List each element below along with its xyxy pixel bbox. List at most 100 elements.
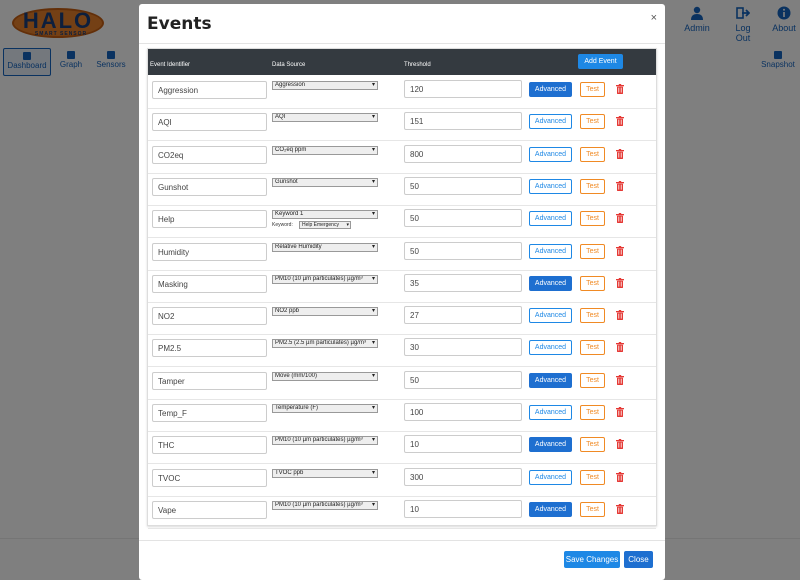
data-source-value: Relative Humidity bbox=[275, 243, 322, 250]
table-row: AQI AQI ▾ 151 Advanced Test bbox=[148, 109, 656, 142]
data-source-value: Temperature (F) bbox=[275, 405, 319, 411]
advanced-button[interactable]: Advanced bbox=[529, 501, 572, 517]
data-source-select[interactable]: Temperature (F) ▾ bbox=[272, 404, 378, 413]
threshold-input[interactable]: 27 bbox=[404, 306, 522, 325]
event-identifier-input[interactable]: Tamper bbox=[152, 371, 267, 390]
threshold-input[interactable]: 30 bbox=[404, 338, 522, 357]
advanced-button[interactable]: Advanced bbox=[529, 437, 572, 453]
threshold-input[interactable]: 10 bbox=[404, 435, 522, 454]
advanced-button[interactable]: Advanced bbox=[529, 146, 572, 162]
event-identifier-input[interactable]: Masking bbox=[152, 274, 267, 293]
trash-icon[interactable] bbox=[616, 503, 624, 514]
add-event-button[interactable]: Add Event bbox=[578, 54, 623, 69]
trash-icon[interactable] bbox=[616, 342, 624, 353]
trash-icon[interactable] bbox=[616, 407, 624, 417]
advanced-button[interactable]: Advanced bbox=[529, 275, 572, 291]
event-identifier-input[interactable]: AQI bbox=[152, 113, 267, 132]
trash-icon[interactable] bbox=[616, 439, 624, 450]
test-button[interactable]: Test bbox=[580, 114, 605, 130]
advanced-button[interactable]: Advanced bbox=[529, 372, 572, 388]
test-button[interactable]: Test bbox=[580, 437, 605, 453]
data-source-select[interactable]: PM10 (10 µm particulates) µg/m³ ▾ bbox=[272, 436, 378, 446]
data-source-select[interactable]: PM2.5 (2.5 µm particulates) µg/m³ ▾ bbox=[272, 339, 378, 349]
advanced-button[interactable]: Advanced bbox=[529, 211, 572, 227]
advanced-button[interactable]: Advanced bbox=[529, 82, 572, 97]
event-identifier-input[interactable]: Help bbox=[152, 210, 267, 229]
trash-icon[interactable] bbox=[616, 213, 624, 224]
trash-icon[interactable] bbox=[616, 310, 624, 321]
threshold-input[interactable]: 50 bbox=[404, 241, 522, 260]
test-button[interactable]: Test bbox=[580, 275, 605, 291]
chevron-down-icon: ▾ bbox=[371, 243, 375, 250]
test-button[interactable]: Test bbox=[580, 82, 605, 97]
threshold-input[interactable]: 35 bbox=[404, 273, 522, 292]
data-source-select[interactable]: TVOC ppb ▾ bbox=[272, 468, 378, 478]
test-button[interactable]: Test bbox=[580, 243, 605, 259]
data-source-select[interactable]: Gunshot ▾ bbox=[272, 177, 378, 187]
event-identifier-input[interactable]: Temp_F bbox=[152, 404, 267, 422]
test-button[interactable]: Test bbox=[580, 211, 605, 227]
advanced-button[interactable]: Advanced bbox=[529, 469, 572, 485]
threshold-input[interactable]: 50 bbox=[404, 209, 522, 228]
trash-icon[interactable] bbox=[616, 148, 624, 159]
event-identifier-input[interactable]: TVOC bbox=[152, 468, 267, 487]
data-source-select[interactable]: PM10 (10 µm particulates) µg/m³ ▾ bbox=[272, 500, 378, 510]
event-identifier-input[interactable]: CO2eq bbox=[152, 145, 267, 164]
advanced-button[interactable]: Advanced bbox=[529, 340, 572, 356]
advanced-button[interactable]: Advanced bbox=[529, 405, 572, 420]
event-identifier-input[interactable]: THC bbox=[152, 436, 267, 455]
chevron-down-icon: ▾ bbox=[371, 308, 375, 315]
trash-icon[interactable] bbox=[616, 471, 624, 482]
test-button[interactable]: Test bbox=[580, 146, 605, 162]
data-source-select[interactable]: Move (mm/100) ▾ bbox=[272, 371, 378, 381]
event-identifier-input[interactable]: NO2 bbox=[152, 307, 267, 326]
test-button[interactable]: Test bbox=[580, 469, 605, 485]
data-source-select[interactable]: CO₂eq ppm ▾ bbox=[272, 145, 378, 155]
trash-icon[interactable] bbox=[616, 84, 624, 94]
close-button[interactable]: Close bbox=[624, 551, 653, 568]
advanced-button[interactable]: Advanced bbox=[529, 178, 572, 194]
advanced-button[interactable]: Advanced bbox=[529, 243, 572, 259]
chevron-down-icon: ▾ bbox=[371, 178, 375, 185]
test-button[interactable]: Test bbox=[580, 178, 605, 194]
test-button[interactable]: Test bbox=[580, 340, 605, 356]
event-identifier-input[interactable]: Vape bbox=[152, 500, 267, 519]
event-identifier-input[interactable]: Humidity bbox=[152, 242, 267, 261]
data-source-select[interactable]: Keyword 1 ▾ bbox=[272, 210, 378, 220]
data-source-select[interactable]: Relative Humidity ▾ bbox=[272, 242, 378, 252]
data-source-select[interactable]: AQI ▾ bbox=[272, 113, 378, 123]
threshold-input[interactable]: 50 bbox=[404, 370, 522, 389]
threshold-input[interactable]: 800 bbox=[404, 144, 522, 163]
test-button[interactable]: Test bbox=[580, 501, 605, 517]
table-row: Tamper Move (mm/100) ▾ 50 Advanced Test bbox=[148, 368, 656, 400]
data-source-select[interactable]: NO2 ppb ▾ bbox=[272, 307, 378, 317]
save-changes-button[interactable]: Save Changes bbox=[564, 551, 620, 568]
threshold-input[interactable]: 100 bbox=[404, 403, 522, 421]
data-source-value: Move (mm/100) bbox=[275, 372, 318, 379]
trash-icon[interactable] bbox=[616, 116, 624, 127]
trash-icon[interactable] bbox=[616, 277, 624, 288]
keyword-select[interactable]: Help Emergency ▾ bbox=[299, 221, 351, 230]
chevron-down-icon: ▾ bbox=[371, 211, 375, 218]
trash-icon[interactable] bbox=[616, 245, 624, 256]
table-row: Humidity Relative Humidity ▾ 50 Advanced Test bbox=[148, 239, 656, 271]
trash-icon[interactable] bbox=[616, 180, 624, 191]
event-identifier-input[interactable]: PM2.5 bbox=[152, 339, 267, 358]
column-header-threshold: Threshold bbox=[404, 62, 431, 68]
advanced-button[interactable]: Advanced bbox=[529, 114, 572, 130]
data-source-select[interactable]: Aggression ▾ bbox=[272, 81, 378, 90]
test-button[interactable]: Test bbox=[580, 405, 605, 420]
test-button[interactable]: Test bbox=[580, 372, 605, 388]
trash-icon[interactable] bbox=[616, 374, 624, 385]
threshold-input[interactable]: 10 bbox=[404, 499, 522, 518]
test-button[interactable]: Test bbox=[580, 308, 605, 324]
threshold-input[interactable]: 50 bbox=[404, 176, 522, 195]
close-icon[interactable]: × bbox=[651, 12, 657, 24]
advanced-button[interactable]: Advanced bbox=[529, 308, 572, 324]
event-identifier-input[interactable]: Gunshot bbox=[152, 177, 267, 196]
event-identifier-input[interactable]: Aggression bbox=[152, 81, 267, 99]
threshold-input[interactable]: 300 bbox=[404, 467, 522, 486]
threshold-input[interactable]: 151 bbox=[404, 112, 522, 131]
threshold-input[interactable]: 120 bbox=[404, 80, 522, 98]
data-source-select[interactable]: PM10 (10 µm particulates) µg/m³ ▾ bbox=[272, 274, 378, 284]
